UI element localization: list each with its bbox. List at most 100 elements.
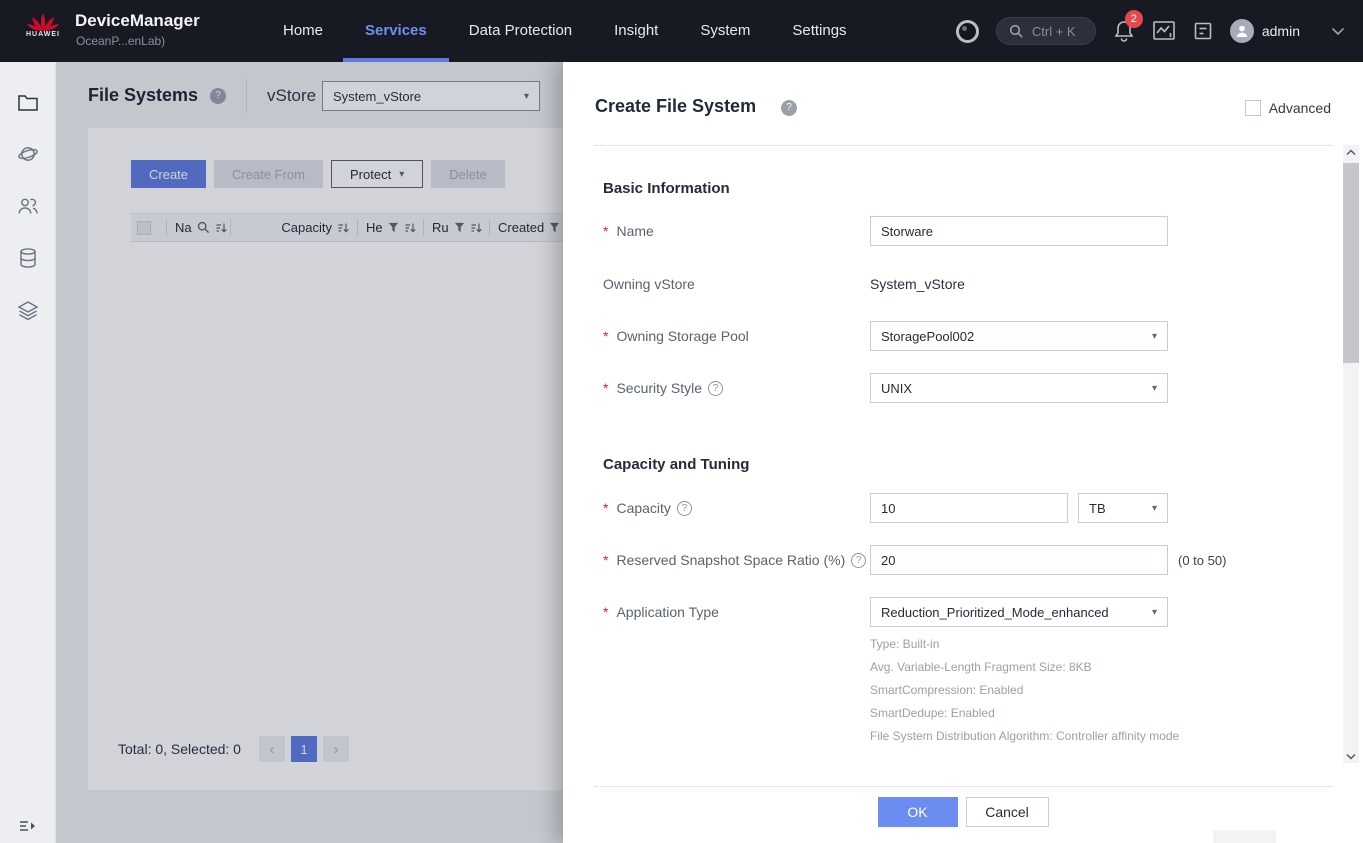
scroll-up-arrow-icon[interactable]: [1343, 145, 1359, 159]
capacity-unit-select[interactable]: TB ▾: [1078, 493, 1168, 523]
label-text: Reserved Snapshot Space Ratio (%): [616, 552, 845, 568]
snapshot-ratio-hint: (0 to 50): [1178, 553, 1226, 568]
owning-vstore-value: System_vStore: [870, 276, 965, 292]
user-avatar[interactable]: [1230, 19, 1254, 43]
caret-down-icon: ▾: [1152, 331, 1157, 342]
dialog-footer: OK Cancel: [563, 797, 1363, 827]
ok-button[interactable]: OK: [878, 797, 958, 827]
name-input[interactable]: [870, 216, 1168, 246]
nav-item-insight[interactable]: Insight: [614, 0, 658, 62]
database-icon: [18, 247, 38, 269]
capacity-tuning-heading: Capacity and Tuning: [603, 456, 749, 473]
advanced-checkbox[interactable]: [1245, 100, 1261, 116]
folder-icon: [17, 93, 39, 112]
label-text: Name: [616, 223, 653, 239]
sidebar-item-network[interactable]: [0, 128, 56, 180]
owning-vstore-label: Owning vStore: [603, 276, 695, 292]
status-donut-icon[interactable]: [956, 20, 979, 43]
device-manager-app: HUAWEI DeviceManager OceanP...enLab) Hom…: [0, 0, 1363, 843]
nav-item-services[interactable]: Services: [365, 0, 427, 62]
caret-down-icon: ▾: [1152, 607, 1157, 618]
required-marker: *: [603, 328, 608, 344]
label-text: Owning Storage Pool: [616, 328, 748, 344]
advanced-label: Advanced: [1269, 100, 1331, 116]
corner-widget: [1213, 830, 1276, 843]
info-line: SmartCompression: Enabled: [870, 679, 1179, 702]
cancel-button[interactable]: Cancel: [966, 797, 1049, 827]
huawei-logo-text: HUAWEI: [26, 31, 60, 38]
sidebar-item-storage-pools[interactable]: [0, 232, 56, 284]
search-icon: [1009, 24, 1024, 39]
security-style-help-icon[interactable]: ?: [708, 381, 723, 396]
scrollbar-thumb[interactable]: [1343, 163, 1359, 363]
required-marker: *: [603, 223, 608, 239]
username[interactable]: admin: [1262, 23, 1300, 39]
global-search-input[interactable]: Ctrl + K: [996, 17, 1096, 45]
capacity-help-icon[interactable]: ?: [677, 501, 692, 516]
huawei-logo: HUAWEI: [26, 7, 60, 47]
required-marker: *: [603, 380, 608, 396]
globe-icon: [17, 144, 39, 164]
info-line: SmartDedupe: Enabled: [870, 702, 1179, 725]
huawei-logo-icon: [26, 7, 60, 33]
expand-menu-icon: [19, 819, 37, 833]
required-marker: *: [603, 500, 608, 516]
security-style-select[interactable]: UNIX ▾: [870, 373, 1168, 403]
top-header: HUAWEI DeviceManager OceanP...enLab) Hom…: [0, 0, 1363, 62]
owning-pool-label: * Owning Storage Pool: [603, 328, 749, 344]
divider: [595, 145, 1333, 146]
capacity-input[interactable]: [870, 493, 1068, 523]
info-line: File System Distribution Algorithm: Cont…: [870, 725, 1179, 748]
label-text: Security Style: [616, 380, 702, 396]
nav-item-home[interactable]: Home: [283, 0, 323, 62]
owning-pool-select[interactable]: StoragePool002 ▾: [870, 321, 1168, 351]
selected-value: TB: [1089, 501, 1106, 516]
scroll-down-arrow-icon[interactable]: [1343, 749, 1359, 763]
security-style-label: * Security Style ?: [603, 380, 723, 396]
advanced-toggle: Advanced: [1245, 100, 1331, 116]
dialog-scrollbar[interactable]: [1343, 145, 1359, 763]
sidebar-item-tenants[interactable]: [0, 180, 56, 232]
nav-item-system[interactable]: System: [700, 0, 750, 62]
main-nav: Home Services Data Protection Insight Sy…: [283, 0, 847, 62]
info-line: Avg. Variable-Length Fragment Size: 8KB: [870, 656, 1179, 679]
sidebar-item-file-systems[interactable]: [0, 76, 56, 128]
capacity-label: * Capacity ?: [603, 500, 692, 516]
sidebar-item-resources[interactable]: [0, 284, 56, 336]
selected-value: StoragePool002: [881, 329, 974, 344]
application-type-info: Type: Built-in Avg. Variable-Length Frag…: [870, 633, 1179, 748]
snapshot-ratio-label: * Reserved Snapshot Space Ratio (%) ?: [603, 552, 866, 568]
tasks-button[interactable]: [1193, 21, 1213, 41]
performance-button[interactable]: [1152, 20, 1176, 42]
snapshot-ratio-help-icon[interactable]: ?: [851, 553, 866, 568]
nav-item-data-protection[interactable]: Data Protection: [469, 0, 572, 62]
nav-item-settings[interactable]: Settings: [792, 0, 846, 62]
caret-down-icon: ▾: [1152, 383, 1157, 394]
selected-value: UNIX: [881, 381, 912, 396]
divider: [595, 786, 1333, 787]
label-text: Capacity: [616, 500, 670, 516]
snapshot-ratio-input[interactable]: [870, 545, 1168, 575]
basic-information-heading: Basic Information: [603, 180, 730, 197]
users-icon: [16, 196, 40, 216]
app-subtitle: OceanP...enLab): [76, 34, 165, 48]
alarms-button[interactable]: 2: [1113, 19, 1135, 43]
application-type-label: * Application Type: [603, 604, 719, 620]
search-shortcut: Ctrl + K: [1032, 24, 1076, 39]
alarm-badge: 2: [1125, 10, 1143, 28]
application-type-select[interactable]: Reduction_Prioritized_Mode_enhanced ▾: [870, 597, 1168, 627]
dialog-help-icon[interactable]: ?: [781, 100, 797, 116]
label-text: Owning vStore: [603, 276, 695, 292]
caret-down-icon: ▾: [1152, 503, 1157, 514]
user-menu-chevron-icon[interactable]: [1331, 27, 1345, 36]
create-file-system-dialog: Create File System ? Advanced Basic Info…: [563, 60, 1363, 843]
header-actions: Ctrl + K 2: [956, 0, 1345, 62]
required-marker: *: [603, 604, 608, 620]
expand-menu-button[interactable]: [0, 811, 56, 841]
selected-value: Reduction_Prioritized_Mode_enhanced: [881, 605, 1109, 620]
label-text: Application Type: [616, 604, 718, 620]
app-title: DeviceManager: [75, 11, 200, 31]
required-marker: *: [603, 552, 608, 568]
info-line: Type: Built-in: [870, 633, 1179, 656]
layers-icon: [17, 300, 39, 321]
